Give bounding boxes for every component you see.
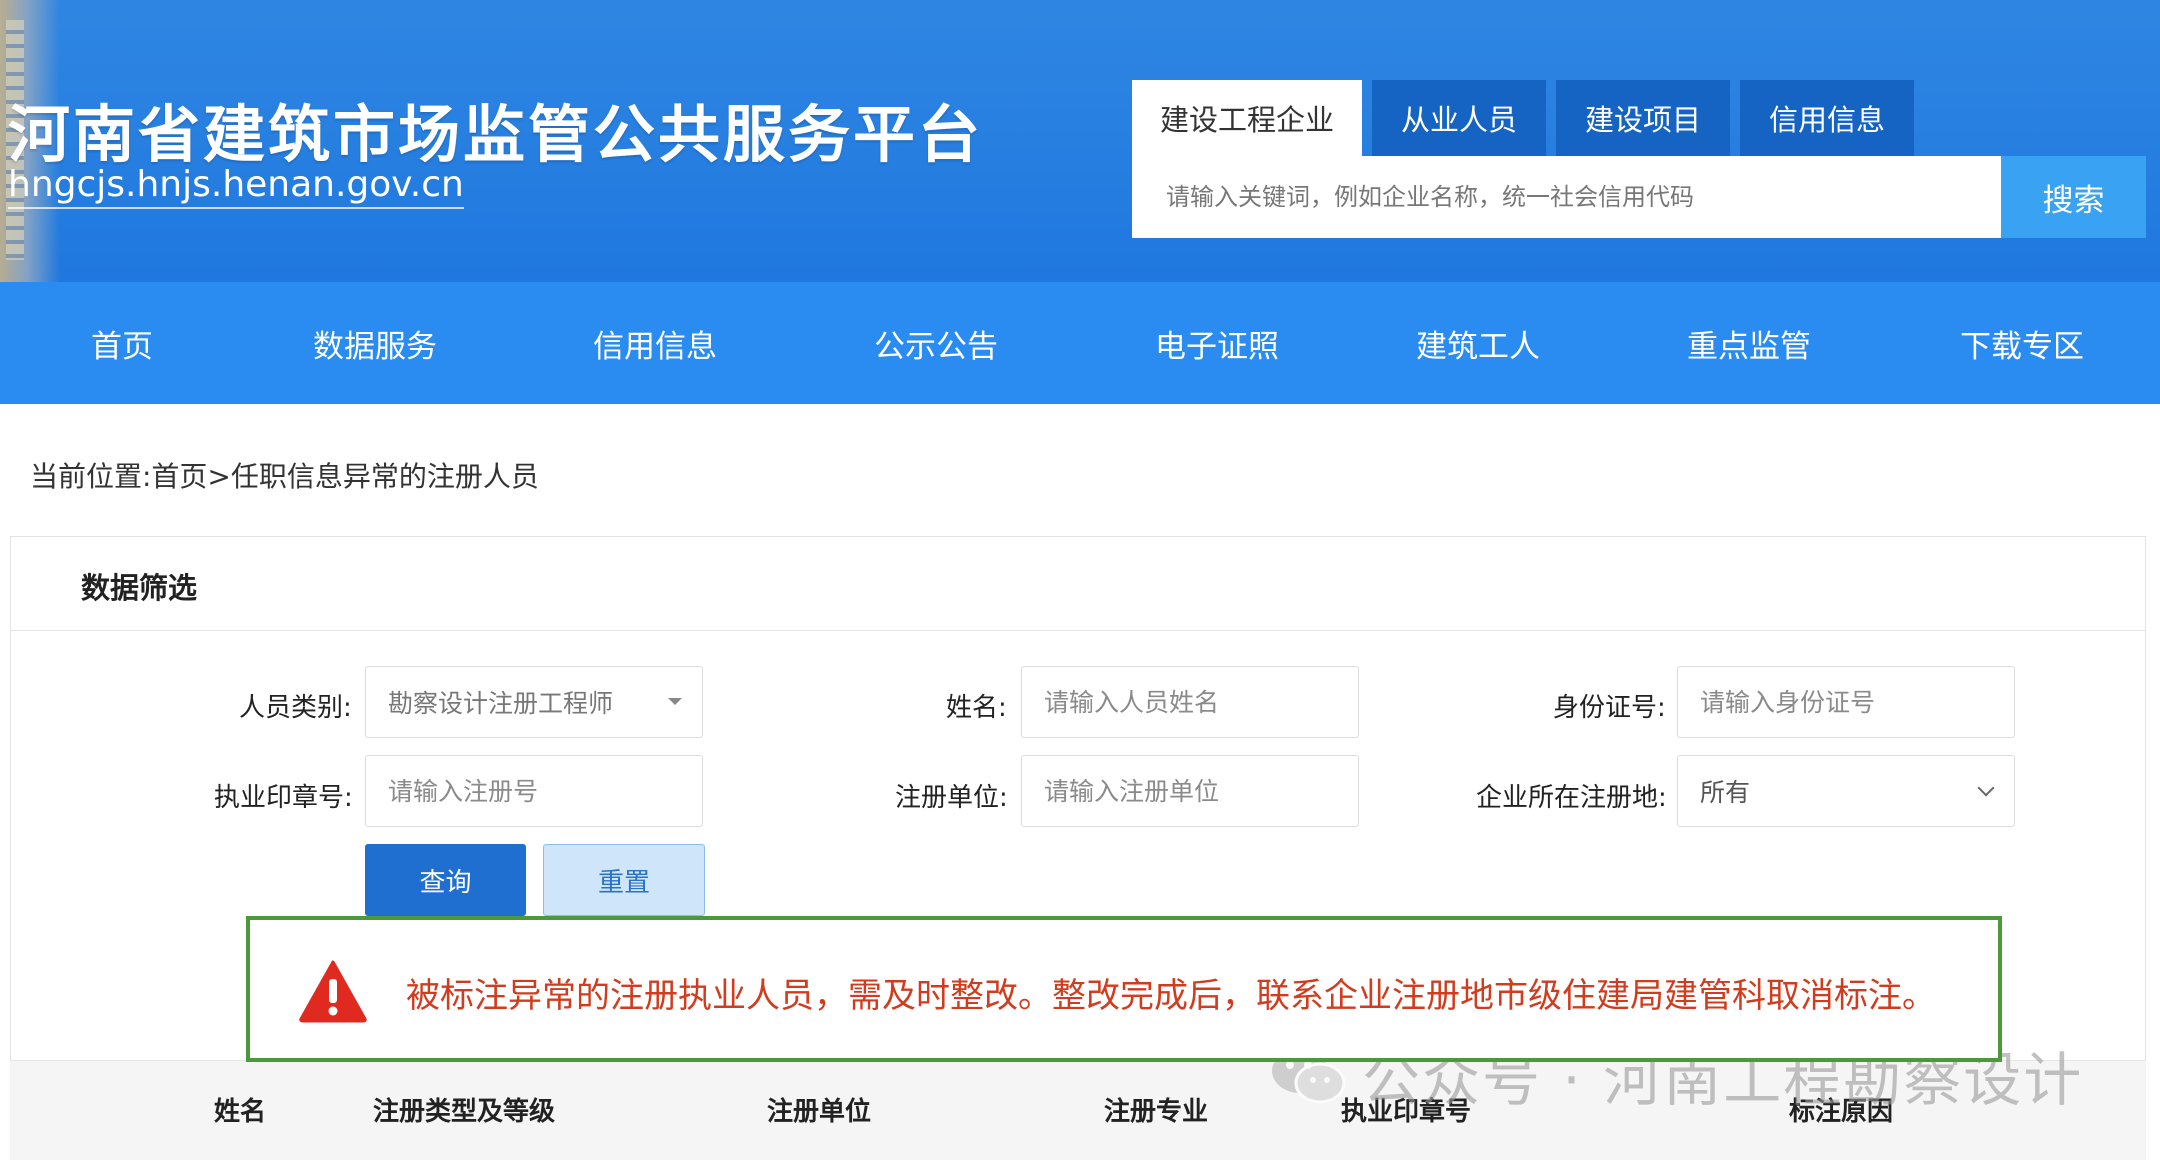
name-label: 姓名: bbox=[946, 693, 1007, 723]
seal-number-label: 执业印章号: bbox=[214, 783, 353, 813]
nav-item-key-supervision[interactable]: 重点监管 bbox=[1687, 282, 1811, 404]
caret-down-icon bbox=[668, 698, 682, 705]
notice-text: 被标注异常的注册执业人员，需及时整改。整改完成后，联系企业注册地市级住建局建管科… bbox=[406, 976, 1936, 1016]
search-tab-projects[interactable]: 建设项目 bbox=[1556, 80, 1730, 156]
site-header: 河南省建筑市场监管公共服务平台 hngcjs.hnjs.henan.gov.cn… bbox=[0, 0, 2160, 282]
id-number-field-box bbox=[1677, 666, 2015, 738]
search-box bbox=[1132, 156, 2001, 238]
seal-number-input[interactable] bbox=[388, 776, 702, 806]
column-header-reg-type[interactable]: 注册类型及等级 bbox=[373, 1091, 555, 1128]
query-button[interactable]: 查询 bbox=[365, 844, 526, 916]
nav-item-announcements[interactable]: 公示公告 bbox=[874, 282, 998, 404]
abnormal-notice: 被标注异常的注册执业人员，需及时整改。整改完成后，联系企业注册地市级住建局建管科… bbox=[246, 916, 2002, 1062]
nav-item-data-services[interactable]: 数据服务 bbox=[313, 282, 437, 404]
reg-location-label: 企业所在注册地: bbox=[1476, 783, 1667, 813]
reset-button[interactable]: 重置 bbox=[543, 844, 705, 916]
nav-item-e-certificates[interactable]: 电子证照 bbox=[1155, 282, 1279, 404]
site-title[interactable]: 河南省建筑市场监管公共服务平台 bbox=[8, 84, 983, 174]
nav-item-home[interactable]: 首页 bbox=[91, 282, 153, 404]
search-tab-personnel[interactable]: 从业人员 bbox=[1372, 80, 1546, 156]
search-tab-credit[interactable]: 信用信息 bbox=[1740, 80, 1914, 156]
id-number-input[interactable] bbox=[1700, 687, 2014, 717]
id-number-label: 身份证号: bbox=[1553, 693, 1666, 723]
filter-panel-header: 数据筛选 bbox=[11, 537, 2145, 631]
reg-unit-field-box bbox=[1021, 755, 1359, 827]
search-tabs: 建设工程企业 从业人员 建设项目 信用信息 bbox=[1132, 80, 1924, 156]
name-input[interactable] bbox=[1044, 687, 1358, 717]
search-button[interactable]: 搜索 bbox=[2001, 156, 2146, 238]
column-header-name[interactable]: 姓名 bbox=[214, 1091, 266, 1128]
name-field-box bbox=[1021, 666, 1359, 738]
category-label: 人员类别: bbox=[239, 693, 352, 723]
reg-location-select-value: 所有 bbox=[1700, 778, 1751, 807]
warning-icon bbox=[299, 960, 367, 1023]
filter-panel-title: 数据筛选 bbox=[81, 571, 198, 605]
main-nav: 首页 数据服务 信用信息 公示公告 电子证照 建筑工人 重点监管 下载专区 bbox=[0, 282, 2160, 404]
reg-location-select[interactable]: 所有 bbox=[1677, 755, 2015, 827]
nav-item-downloads[interactable]: 下载专区 bbox=[1960, 282, 2084, 404]
column-header-reg-specialty[interactable]: 注册专业 bbox=[1104, 1091, 1208, 1128]
category-select-value: 勘察设计注册工程师 bbox=[388, 689, 614, 718]
seal-number-field-box bbox=[365, 755, 703, 827]
reg-unit-input[interactable] bbox=[1044, 776, 1358, 806]
site-url[interactable]: hngcjs.hnjs.henan.gov.cn bbox=[8, 164, 464, 209]
nav-item-construction-workers[interactable]: 建筑工人 bbox=[1416, 282, 1540, 404]
reg-unit-label: 注册单位: bbox=[895, 783, 1008, 813]
search-tab-enterprise[interactable]: 建设工程企业 bbox=[1132, 80, 1362, 156]
breadcrumb: 当前位置:首页>任职信息异常的注册人员 bbox=[30, 460, 539, 493]
search-input[interactable] bbox=[1166, 183, 2001, 211]
category-select[interactable]: 勘察设计注册工程师 bbox=[365, 666, 703, 738]
nav-item-credit-info[interactable]: 信用信息 bbox=[593, 282, 717, 404]
column-header-reg-unit[interactable]: 注册单位 bbox=[767, 1091, 871, 1128]
chevron-down-icon bbox=[1977, 779, 1995, 797]
